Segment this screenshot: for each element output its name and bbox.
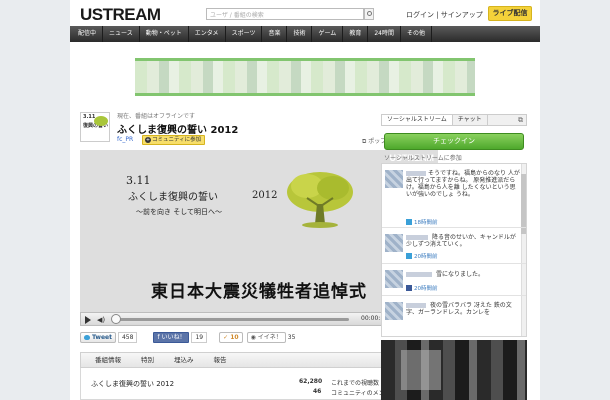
join-social-stream-link[interactable]: ソーシャルストリームに参加 — [384, 153, 524, 162]
search-input[interactable]: ユーザ / 番組の検索 — [206, 8, 364, 20]
tab-social-stream[interactable]: ソーシャルストリーム — [382, 115, 453, 125]
twitter-icon — [406, 253, 412, 259]
nav-item-games[interactable]: ゲーム — [312, 26, 344, 42]
offline-status: 現在、番組はオフラインです — [117, 113, 196, 120]
stream-time: 18時間前 — [406, 218, 438, 226]
ad-image-blur — [401, 350, 441, 390]
plus-icon: + — [145, 137, 151, 143]
mixi-check-button[interactable]: ✓ 10 — [219, 331, 243, 343]
avatar[interactable] — [385, 234, 403, 252]
tweet-button[interactable]: Tweet — [80, 331, 116, 343]
tweet-count: 458 — [117, 331, 138, 343]
mixi-count: 10 — [230, 333, 239, 341]
tab-embed[interactable]: 埋込み — [164, 353, 204, 367]
tree-icon — [94, 116, 108, 126]
avatar[interactable] — [385, 270, 403, 288]
tree-illustration — [287, 172, 353, 228]
stream-item: 夜の雪バラバラ 冴えた 鉄の文字、ガーランドレス。カンレを — [382, 300, 526, 336]
search-button[interactable] — [364, 8, 374, 20]
seek-handle[interactable] — [111, 314, 121, 324]
info-program-title: ふくしま復興の誓い 2012 — [91, 380, 175, 388]
volume-icon[interactable]: ◀) — [97, 316, 105, 324]
like-count: 19 — [191, 331, 208, 343]
video-title: ふくしま復興の誓い — [128, 192, 218, 203]
nav-item-other[interactable]: その他 — [401, 26, 432, 42]
members-value: 46 — [313, 388, 322, 395]
nav-item-music[interactable]: 音楽 — [262, 26, 288, 42]
facebook-icon — [406, 285, 412, 291]
nav-item-news[interactable]: ニュース — [103, 26, 140, 42]
like-label: いいね！ — [161, 333, 186, 341]
twitter-bird-icon — [84, 334, 90, 340]
social-stream: そうですね。福島からのなり 人が出て行ってますからね。 原発推進派だらけ。福島か… — [381, 163, 527, 337]
nav-item-sports[interactable]: スポーツ — [226, 26, 263, 42]
total-views-label: これまでの視聴数 — [331, 380, 380, 387]
stream-text: 降る音のせいか、キャンドルが 少しずつ消えていく。 — [406, 234, 516, 248]
stream-text: そうですね。福島からのなり 人が出て行ってますからね。 原発推進派だらけ。福島か… — [406, 170, 520, 198]
join-community-button[interactable]: + コミュニティに参加 — [142, 135, 206, 145]
stream-item: 雪になりました。 20時間前 — [382, 268, 526, 296]
stream-text: 夜の雪バラバラ 冴えた 鉄の文字、ガーランドレス。カンレを — [406, 302, 512, 316]
nav-item-24h[interactable]: 24時間 — [368, 26, 401, 42]
mixi-iine-button[interactable]: ◉ イイネ！ — [246, 331, 286, 343]
search-icon — [367, 11, 372, 16]
total-views-value: 62,280 — [299, 378, 323, 385]
tab-program-info[interactable]: 番組情報 — [81, 353, 131, 367]
stream-time-text: 20時間前 — [414, 286, 438, 292]
video-subtitle: 〜前を向き そして明日へ〜 — [136, 208, 223, 216]
channel-thumbnail[interactable]: 3.11 復興の誓い — [80, 112, 110, 142]
iine-label: イイネ！ — [257, 333, 282, 341]
tab-report[interactable]: 報告 — [204, 353, 237, 367]
avatar[interactable] — [385, 170, 403, 188]
right-tabs: ソーシャルストリーム チャット ⧉ — [381, 114, 527, 126]
video-date: 3.11 — [126, 174, 151, 187]
nav-item-tech[interactable]: 技術 — [287, 26, 313, 42]
nav-item-entertainment[interactable]: エンタメ — [189, 26, 226, 42]
stream-time-text: 18時間前 — [414, 220, 438, 226]
avatar[interactable] — [385, 302, 403, 320]
channel-owner-link[interactable]: fc_PR — [117, 136, 133, 143]
banner-ad[interactable] — [135, 58, 475, 96]
stream-item: そうですね。福島からのなり 人が出て行ってますからね。 原発推進派だらけ。福島か… — [382, 168, 526, 228]
stream-time: 20時間前 — [406, 284, 438, 292]
join-community-label: コミュニティに参加 — [152, 137, 202, 143]
live-broadcast-button[interactable]: ライブ配信 — [488, 6, 532, 21]
tab-chat[interactable]: チャット — [453, 115, 488, 125]
social-buttons: Tweet 458 f いいね！ 19 ✓ 10 ◉ イイネ！ 35 — [80, 330, 295, 344]
iine-count: 35 — [287, 333, 296, 341]
auth-links[interactable]: ログイン | サインアップ — [406, 10, 483, 20]
site-header: USTREAM ユーザ / 番組の検索 ログイン | サインアップ ライブ配信 — [70, 0, 540, 26]
nav-item-live[interactable]: 配信中 — [70, 26, 104, 42]
ustream-logo[interactable]: USTREAM — [80, 5, 161, 25]
nav-item-education[interactable]: 教育 — [343, 26, 369, 42]
tweet-label: Tweet — [92, 333, 112, 341]
sidebar-ad[interactable] — [381, 340, 527, 400]
stream-time-text: 20時間前 — [414, 254, 438, 260]
category-nav: 配信中 ニュース 動物・ペット エンタメ スポーツ 音楽 技術 ゲーム 教育 2… — [70, 26, 540, 42]
stream-item: 降る音のせいか、キャンドルが 少しずつ消えていく。 20時間前 — [382, 232, 526, 264]
seek-bar[interactable] — [115, 318, 349, 321]
stream-time: 20時間前 — [406, 252, 438, 260]
video-year: 2012 — [252, 190, 278, 201]
channel-title: ふくしま復興の誓い 2012 — [117, 125, 239, 136]
stream-text: 雪になりました。 — [436, 271, 485, 278]
play-icon[interactable] — [85, 316, 91, 324]
nav-item-animals[interactable]: 動物・ペット — [140, 26, 189, 42]
checkin-button[interactable]: チェックイン — [384, 133, 524, 150]
tab-special[interactable]: 特別 — [131, 353, 164, 367]
facebook-like-button[interactable]: f いいね！ — [153, 331, 190, 343]
popout-icon[interactable]: ⧉ — [518, 116, 523, 125]
twitter-icon — [406, 219, 412, 225]
